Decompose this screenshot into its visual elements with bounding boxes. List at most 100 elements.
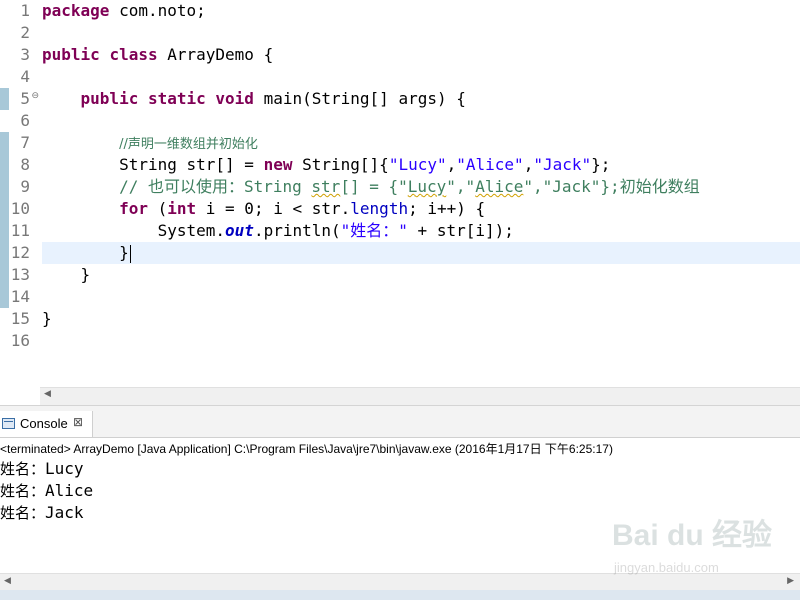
code-area[interactable]: package com.noto; public class ArrayDemo… — [42, 0, 800, 385]
baidu-watermark: Bai du 经验 jingyan.baidu.com — [612, 510, 798, 580]
output-value: Jack — [45, 503, 84, 522]
comment: [] = {" — [340, 177, 408, 196]
line-number-gutter: 1 2 3 4 5 ⊖ 6 7 8 9 10 11 12 13 14 15 16 — [10, 0, 40, 385]
code-line-12[interactable]: } — [42, 242, 800, 264]
keyword: static — [147, 89, 206, 108]
watermark-logo: Bai du 经验 — [612, 519, 773, 552]
code-line-15[interactable]: } — [42, 308, 800, 330]
comment: //声明一维数组并初始化 — [119, 137, 258, 152]
line-number: 15 — [10, 309, 30, 328]
comment: // 也可以使用：String — [119, 177, 312, 196]
fold-collapse-icon[interactable]: ⊖ — [31, 91, 39, 101]
keyword: package — [42, 1, 110, 20]
tab-console[interactable]: Console ⊠ — [0, 411, 93, 437]
line-number: 7 — [20, 133, 30, 152]
code-text: , — [523, 155, 534, 174]
code-line-10[interactable]: for (int i = 0; i < str.length; i++) { — [42, 198, 800, 220]
comment-word: Alice — [475, 177, 524, 196]
line-number: 9 — [20, 177, 30, 196]
console-tab-label: Console — [20, 416, 68, 431]
output-value: Lucy — [45, 459, 84, 478]
string-literal: "Jack" — [533, 155, 592, 174]
code-text: } — [119, 243, 129, 262]
console-icon — [2, 418, 15, 429]
code-text: ( — [147, 199, 168, 218]
code-text: com.noto; — [109, 1, 206, 20]
variable: str — [311, 199, 341, 218]
console-status-line: <terminated> ArrayDemo [Java Application… — [0, 442, 613, 456]
code-text: String — [119, 155, 187, 174]
line-number: 12 — [10, 243, 30, 262]
code-text: + — [407, 221, 437, 240]
comment: "," — [446, 177, 476, 196]
field: length — [350, 199, 409, 218]
scroll-left-icon[interactable]: ◀ — [44, 389, 51, 399]
keyword: public — [42, 45, 100, 64]
console-tab-bar: Console ⊠ — [0, 411, 800, 438]
output-label: 姓名： — [0, 504, 46, 522]
keyword: int — [167, 199, 197, 218]
code-text: [i]); — [465, 221, 514, 240]
watermark-url: jingyan.baidu.com — [614, 560, 719, 575]
static-field: out — [225, 221, 254, 240]
string-literal: "Lucy" — [388, 155, 447, 174]
code-text: System. — [157, 221, 226, 240]
param-name: args — [398, 89, 437, 108]
close-icon[interactable]: ⊠ — [73, 415, 83, 429]
variable: str — [436, 221, 466, 240]
code-line-5[interactable]: public static void main(String[] args) { — [42, 88, 800, 110]
line-number: 1 — [20, 1, 30, 20]
variable: str — [186, 155, 216, 174]
line-number: 2 — [20, 23, 30, 42]
code-text: } — [42, 309, 52, 328]
line-number: 10 — [10, 199, 30, 218]
string-literal: "Alice" — [456, 155, 524, 174]
line-number: 14 — [10, 287, 30, 306]
code-line-1[interactable]: package com.noto; — [42, 0, 800, 22]
keyword: for — [119, 199, 148, 218]
output-line: 姓名：Alice — [0, 480, 93, 502]
line-number: 11 — [10, 221, 30, 240]
code-text: String[]{ — [292, 155, 389, 174]
code-line-13[interactable]: } — [42, 264, 800, 286]
keyword: public — [80, 89, 139, 108]
line-number: 3 — [20, 45, 30, 64]
code-text: i = 0; i < — [196, 199, 312, 218]
comment: ","Jack"};初始化数组 — [523, 177, 700, 196]
output-label: 姓名： — [0, 460, 46, 478]
comment-word: Lucy — [407, 177, 447, 196]
code-text: main(String[] — [253, 89, 399, 108]
line-number: 6 — [20, 111, 30, 130]
output-line: 姓名：Lucy — [0, 458, 84, 480]
keyword: new — [263, 155, 293, 174]
code-editor[interactable]: 1 2 3 4 5 ⊖ 6 7 8 9 10 11 12 13 14 15 16… — [0, 0, 800, 405]
code-text: .println( — [253, 221, 341, 240]
string-literal: "姓名：" — [340, 221, 408, 240]
code-text: . — [340, 199, 351, 218]
keyword: class — [109, 45, 158, 64]
code-text: ArrayDemo { — [157, 45, 274, 64]
scroll-left-icon[interactable]: ◀ — [4, 576, 11, 586]
code-line-8[interactable]: String str[] = new String[]{"Lucy","Alic… — [42, 154, 800, 176]
line-number: 13 — [10, 265, 30, 284]
code-text: } — [80, 265, 91, 284]
editor-horizontal-scrollbar[interactable]: ◀ — [40, 387, 800, 405]
code-line-9[interactable]: // 也可以使用：String str[] = {"Lucy","Alice",… — [42, 176, 800, 198]
code-text: }; — [591, 155, 611, 174]
code-line-11[interactable]: System.out.println("姓名：" + str[i]); — [42, 220, 800, 242]
code-text: ; i++) { — [408, 199, 486, 218]
output-line: 姓名：Jack — [0, 502, 84, 524]
output-value: Alice — [45, 481, 94, 500]
code-line-3[interactable]: public class ArrayDemo { — [42, 44, 800, 66]
line-number: 16 — [10, 331, 30, 350]
comment-word: str — [311, 177, 341, 196]
code-line-7[interactable]: //声明一维数组并初始化 — [42, 132, 800, 154]
line-number: 8 — [20, 155, 30, 174]
